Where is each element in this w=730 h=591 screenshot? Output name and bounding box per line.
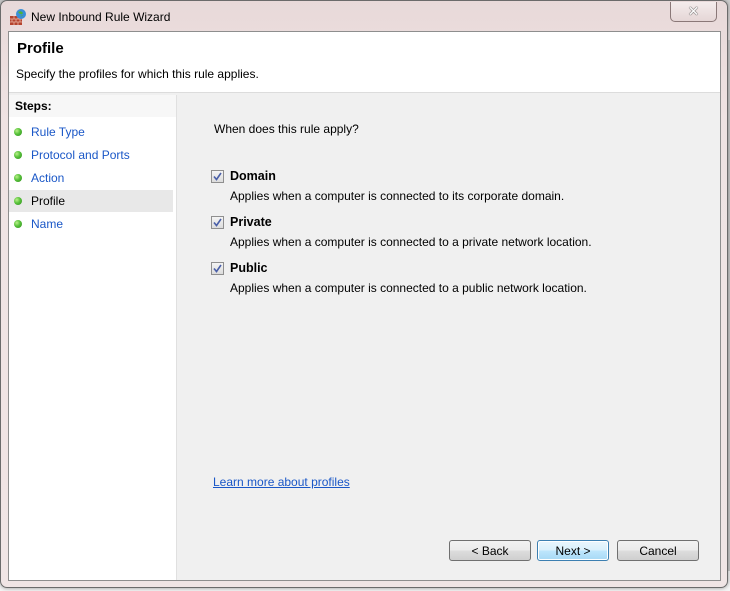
back-button[interactable]: < Back — [449, 540, 531, 561]
step-label: Protocol and Ports — [31, 148, 130, 162]
checkmark-icon — [213, 172, 222, 181]
public-label[interactable]: Public — [230, 261, 268, 275]
step-status-icon — [14, 174, 22, 182]
firewall-icon — [9, 8, 27, 26]
step-status-icon — [14, 220, 22, 228]
domain-label[interactable]: Domain — [230, 169, 276, 183]
cancel-button[interactable]: Cancel — [617, 540, 699, 561]
step-status-icon — [14, 128, 22, 136]
step-rule-type[interactable]: Rule Type — [9, 121, 173, 143]
step-name[interactable]: Name — [9, 213, 173, 235]
next-button[interactable]: Next > — [537, 540, 609, 561]
wizard-header: Profile Specify the profiles for which t… — [9, 32, 720, 93]
step-label: Name — [31, 217, 64, 231]
close-button[interactable]: ✕ — [670, 2, 717, 22]
close-icon: ✕ — [687, 3, 700, 19]
wizard-window: New Inbound Rule Wizard ✕ Profile Specif… — [0, 0, 728, 588]
main-panel: When does this rule apply? Domain Applie… — [178, 95, 720, 580]
page-title: Profile — [17, 40, 64, 57]
public-description: Applies when a computer is connected to … — [230, 281, 587, 295]
window-title: New Inbound Rule Wizard — [31, 10, 171, 24]
page-subtitle: Specify the profiles for which this rule… — [16, 67, 259, 81]
step-protocol-and-ports[interactable]: Protocol and Ports — [9, 144, 173, 166]
question-label: When does this rule apply? — [214, 122, 359, 136]
title-bar[interactable]: New Inbound Rule Wizard ✕ — [1, 1, 727, 33]
step-label: Action — [31, 171, 65, 185]
private-description: Applies when a computer is connected to … — [230, 235, 592, 249]
public-checkbox[interactable] — [211, 262, 224, 275]
domain-description: Applies when a computer is connected to … — [230, 189, 565, 203]
checkmark-icon — [213, 218, 222, 227]
private-label[interactable]: Private — [230, 215, 272, 229]
private-checkbox[interactable] — [211, 216, 224, 229]
steps-heading: Steps: — [9, 95, 176, 117]
step-action[interactable]: Action — [9, 167, 173, 189]
step-status-icon — [14, 151, 22, 159]
step-profile[interactable]: Profile — [9, 190, 173, 212]
checkmark-icon — [213, 264, 222, 273]
learn-more-link[interactable]: Learn more about profiles — [213, 475, 350, 489]
domain-checkbox[interactable] — [211, 170, 224, 183]
step-label: Profile — [31, 194, 66, 208]
step-label: Rule Type — [31, 125, 85, 139]
steps-panel: Steps: Rule Type Protocol and Ports Acti… — [9, 95, 177, 580]
step-status-icon — [14, 197, 22, 205]
wizard-client-area: Profile Specify the profiles for which t… — [8, 31, 721, 581]
